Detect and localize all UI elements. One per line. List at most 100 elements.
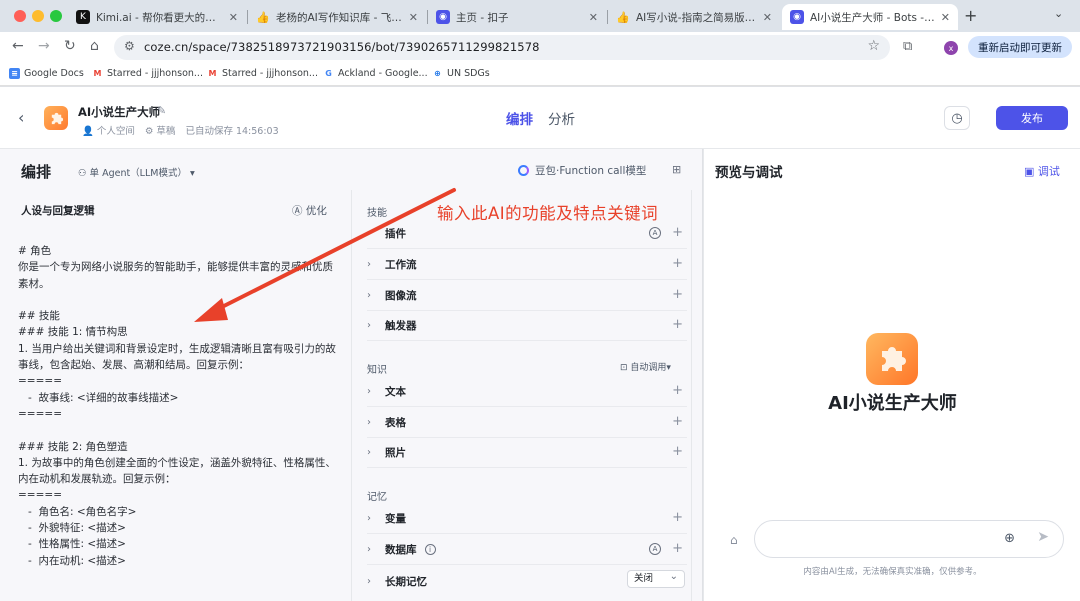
clear-history-icon[interactable]: ⌂ [730, 533, 738, 547]
doubao-model-icon [518, 165, 529, 176]
long-memory-select[interactable]: 关闭 [627, 569, 685, 588]
auto-call-select[interactable]: ⊡ 自动调用▾ [620, 360, 671, 373]
bookmark-label: Starred - jjjhonson... [222, 68, 318, 79]
add-table-button[interactable]: + [672, 414, 683, 429]
skills-panel: 技能 › 插件 A + › 工作流 + › 图像流 + › 触发器 + 知识 ⊡… [352, 190, 691, 601]
home-icon[interactable]: ⌂ [90, 38, 99, 54]
tab-title: Kimi.ai - 帮你看更大的世界 [96, 11, 223, 24]
model-select[interactable]: 豆包·Function call模型 [518, 163, 646, 178]
row-label: 变量 [385, 513, 406, 525]
tab-search-chevron-icon[interactable]: ⌄ [1054, 7, 1063, 20]
minimize-window-button[interactable] [32, 10, 44, 22]
bot-avatar [44, 106, 68, 130]
row-label: 长期记忆 [385, 575, 427, 588]
bookmark-google-docs[interactable]: ≡ Google Docs [9, 68, 84, 79]
extensions-puzzle-icon[interactable]: ⧉ [903, 39, 912, 54]
optimize-button[interactable]: Ⓐ 优化 [292, 203, 327, 218]
bookmark-gmail-1[interactable]: M Starred - jjjhonson... [92, 68, 203, 79]
row-text[interactable]: › 文本 + [367, 377, 687, 407]
tab-title: 主页 - 扣子 [456, 11, 509, 24]
close-tab-icon[interactable]: ✕ [763, 11, 772, 24]
auto-mode-icon[interactable]: A [649, 227, 661, 239]
row-variable[interactable]: › 变量 + [367, 504, 687, 534]
tab-title: AI小说生产大师 - Bots - 扣子 [810, 11, 935, 24]
preview-bot-name: AI小说生产大师 [828, 393, 957, 414]
reload-icon[interactable]: ↻ [64, 38, 76, 54]
tab-title: 老杨的AI写作知识库 - 飞书云文 [276, 11, 403, 24]
chat-input[interactable]: ⊕ ➤ [754, 520, 1064, 558]
add-plugin-button[interactable]: + [672, 225, 683, 240]
update-button[interactable]: 重新启动即可更新 [968, 36, 1072, 58]
row-long-memory[interactable]: › 长期记忆 关闭 [367, 566, 687, 596]
tab-arrange[interactable]: 编排 [506, 108, 533, 128]
add-trigger-button[interactable]: + [672, 317, 683, 332]
debug-button[interactable]: ▣ 调试 [1024, 163, 1060, 179]
bot-name: AI小说生产大师 [78, 105, 161, 119]
bookmark-gmail-2[interactable]: M Starred - jjjhonson... [207, 68, 318, 79]
model-settings-icon[interactable]: ⊞ [672, 163, 681, 176]
bookmark-un-sdgs[interactable]: ⊕ UN SDGs [432, 68, 490, 79]
add-photo-button[interactable]: + [672, 444, 683, 459]
close-window-button[interactable] [14, 10, 26, 22]
forward-arrow-icon[interactable]: → [38, 38, 50, 54]
new-tab-button[interactable]: + [964, 6, 977, 25]
auto-mode-icon[interactable]: A [649, 543, 661, 555]
send-icon[interactable]: ➤ [1037, 529, 1049, 545]
publish-button[interactable]: 发布 [996, 106, 1068, 130]
docs-icon: ≡ [9, 68, 20, 79]
back-arrow-icon[interactable]: ← [12, 38, 24, 54]
edit-pencil-icon[interactable]: ✎ [157, 104, 166, 117]
coze-icon: ◉ [790, 10, 804, 24]
add-image-flow-button[interactable]: + [672, 287, 683, 302]
chevron-right-icon: › [367, 259, 371, 270]
bot-avatar-large [866, 333, 918, 385]
row-workflow[interactable]: › 工作流 + [367, 250, 687, 280]
browser-tab-guide[interactable]: 👍 AI写小说-指南之简易版(简单操 ✕ [608, 4, 780, 30]
browser-tab-knowledge[interactable]: 👍 老杨的AI写作知识库 - 飞书云文 ✕ [248, 4, 426, 30]
profile-avatar[interactable]: x [944, 41, 958, 55]
row-database[interactable]: › 数据库 i A + [367, 535, 687, 565]
browser-tab-coze-home[interactable]: ◉ 主页 - 扣子 ✕ [428, 4, 606, 30]
maximize-window-button[interactable] [50, 10, 62, 22]
browser-tab-bot[interactable]: ◉ AI小说生产大师 - Bots - 扣子 ✕ [782, 4, 958, 30]
history-clock-icon[interactable]: ◷ [944, 106, 970, 130]
chevron-right-icon: › [367, 575, 371, 587]
coze-icon: ◉ [436, 10, 450, 24]
row-photo[interactable]: › 照片 + [367, 438, 687, 468]
agent-mode-select[interactable]: ⚇ 单 Agent（LLM模式） ▾ [78, 165, 195, 179]
tab-title: AI写小说-指南之简易版(简单操 [636, 11, 757, 24]
address-bar[interactable]: ⚙ coze.cn/space/7382518973721903156/bot/… [114, 35, 890, 60]
space-label: 👤 个人空间 [82, 126, 135, 137]
gmail-icon: M [93, 69, 102, 78]
bookmark-label: Google Docs [24, 68, 84, 79]
chevron-right-icon: › [367, 544, 371, 555]
chevron-right-icon: › [367, 386, 371, 397]
puzzle-icon [882, 347, 906, 371]
close-tab-icon[interactable]: ✕ [229, 11, 238, 24]
add-attachment-icon[interactable]: ⊕ [1004, 531, 1015, 546]
add-database-button[interactable]: + [672, 541, 683, 556]
bookmark-ackland[interactable]: G Ackland - Google... [323, 68, 427, 79]
chevron-right-icon: › [367, 228, 371, 239]
row-image-flow[interactable]: › 图像流 + [367, 281, 687, 311]
url-text[interactable]: coze.cn/space/7382518973721903156/bot/73… [144, 40, 540, 54]
info-icon[interactable]: i [424, 544, 436, 555]
prompt-textarea[interactable]: # 角色 你是一个专为网络小说服务的智能助手，能够提供丰富的灵感和优质素材。 #… [18, 243, 343, 569]
tab-analysis[interactable]: 分析 [548, 108, 575, 128]
browser-tab-kimi[interactable]: K Kimi.ai - 帮你看更大的世界 ✕ [68, 4, 246, 30]
add-text-button[interactable]: + [672, 383, 683, 398]
bot-header: ‹ AI小说生产大师 ✎ 👤 个人空间 ⚙ 草稿 已自动保存 14:56:03 … [0, 87, 1080, 149]
row-table[interactable]: › 表格 + [367, 408, 687, 438]
site-info-icon[interactable]: ⚙ [124, 39, 135, 53]
row-label: 数据库 [385, 544, 417, 556]
back-chevron-icon[interactable]: ‹ [18, 108, 24, 127]
row-trigger[interactable]: › 触发器 + [367, 311, 687, 341]
close-tab-icon[interactable]: ✕ [589, 11, 598, 24]
arrange-title: 编排 [21, 163, 52, 181]
add-workflow-button[interactable]: + [672, 256, 683, 271]
bookmark-star-icon[interactable]: ☆ [867, 38, 880, 54]
close-tab-icon[interactable]: ✕ [941, 11, 950, 24]
close-tab-icon[interactable]: ✕ [409, 11, 418, 24]
ai-disclaimer: 内容由AI生成，无法确保真实准确，仅供参考。 [803, 567, 982, 577]
add-variable-button[interactable]: + [672, 510, 683, 525]
